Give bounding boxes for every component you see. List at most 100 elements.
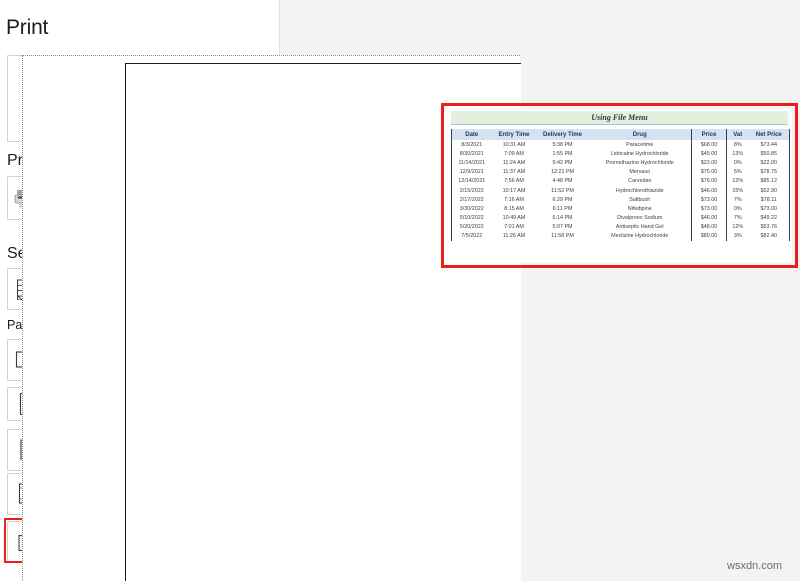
cell-delivery-time: 12:21 PM xyxy=(537,168,589,177)
cell-entry-time: 7:56 AM xyxy=(492,177,537,186)
cell-date: 3/30/2022 xyxy=(452,204,492,213)
cell-delivery-time: 5:07 PM xyxy=(537,223,589,232)
cell-entry-time: 11:26 AM xyxy=(492,232,537,241)
cell-price: $46.00 xyxy=(692,186,727,195)
table-row: 8/3/202110:31 AM5:38 PMParacetime$68.008… xyxy=(452,140,790,149)
cell-price: $68.00 xyxy=(692,140,727,149)
cell-vat: 13% xyxy=(727,149,749,158)
cell-drug: Lidocaine Hydrochloride xyxy=(589,149,692,158)
cell-vat: 12% xyxy=(727,177,749,186)
cell-price: $22.00 xyxy=(692,158,727,167)
preview-table-body: 8/3/202110:31 AM5:38 PMParacetime$68.008… xyxy=(452,140,790,241)
print-backstage-screen: Print Print Copies: ▲ ▼ Printer i xyxy=(0,0,800,581)
cell-drug: Meclizine Hydrochloride xyxy=(589,232,692,241)
cell-drug: Mervaso xyxy=(589,168,692,177)
cell-vat: 0% xyxy=(727,158,749,167)
cell-delivery-time: 11:58 PM xyxy=(537,232,589,241)
col-header-date: Date xyxy=(452,129,492,140)
col-header-price: Price xyxy=(692,129,727,140)
table-row: 2/15/202210:17 AM11:52 PMHydrochlorothia… xyxy=(452,186,790,195)
cell-price: $73.00 xyxy=(692,204,727,213)
table-row: 11/14/202111:24 AM9:42 PMPromethazine Hy… xyxy=(452,158,790,167)
table-row: 5/20/20227:01 AM5:07 PMAntiseptic Hand G… xyxy=(452,223,790,232)
cell-date: 5/10/2022 xyxy=(452,214,492,223)
cell-vat: 8% xyxy=(727,140,749,149)
cell-date: 12/9/2021 xyxy=(452,168,492,177)
cell-price: $76.00 xyxy=(692,177,727,186)
cell-entry-time: 8:15 AM xyxy=(492,204,537,213)
cell-delivery-time: 6:14 PM xyxy=(537,214,589,223)
cell-date: 2/15/2022 xyxy=(452,186,492,195)
table-row: 12/14/20217:56 AM4:48 PMCarvedan$76.0012… xyxy=(452,177,790,186)
cell-net-price: $22.00 xyxy=(749,158,790,167)
cell-vat: 7% xyxy=(727,195,749,204)
cell-date: 8/30/2021 xyxy=(452,149,492,158)
table-row: 7/5/202211:26 AM11:58 PMMeclizine Hydroc… xyxy=(452,232,790,241)
cell-drug: Carvedan xyxy=(589,177,692,186)
cell-vat: 3% xyxy=(727,232,749,241)
cell-drug: Nifedipine xyxy=(589,204,692,213)
cell-entry-time: 10:31 AM xyxy=(492,140,537,149)
cell-entry-time: 10:49 AM xyxy=(492,214,537,223)
cell-date: 11/14/2021 xyxy=(452,158,492,167)
cell-net-price: $52.90 xyxy=(749,186,790,195)
preview-table-title: Using File Menu xyxy=(451,111,788,125)
cell-date: 7/5/2022 xyxy=(452,232,492,241)
cell-delivery-time: 11:52 PM xyxy=(537,186,589,195)
page-title: Print xyxy=(6,16,48,40)
cell-entry-time: 7:09 AM xyxy=(492,149,537,158)
table-row: 8/30/20217:09 AM1:55 PMLidocaine Hydroch… xyxy=(452,149,790,158)
preview-header-row: Date Entry Time Delivery Time Drug Price… xyxy=(452,129,790,140)
cell-date: 2/17/2022 xyxy=(452,195,492,204)
cell-price: $45.00 xyxy=(692,149,727,158)
cell-entry-time: 7:01 AM xyxy=(492,223,537,232)
table-row: 12/9/202111:37 AM12:21 PMMervaso$75.005%… xyxy=(452,168,790,177)
cell-entry-time: 7:16 AM xyxy=(492,195,537,204)
cell-delivery-time: 9:42 PM xyxy=(537,158,589,167)
cell-delivery-time: 5:38 PM xyxy=(537,140,589,149)
cell-entry-time: 11:37 AM xyxy=(492,168,537,177)
cell-price: $48.00 xyxy=(692,223,727,232)
cell-delivery-time: 6:29 PM xyxy=(537,195,589,204)
cell-net-price: $85.12 xyxy=(749,177,790,186)
cell-net-price: $73.00 xyxy=(749,204,790,213)
cell-net-price: $78.75 xyxy=(749,168,790,177)
col-header-net-price: Net Price xyxy=(749,129,790,140)
cell-vat: 12% xyxy=(727,223,749,232)
watermark: wsxdn.com xyxy=(727,560,782,572)
cell-drug: Antiseptic Hand Gel xyxy=(589,223,692,232)
cell-date: 12/14/2021 xyxy=(452,177,492,186)
cell-drug: Saltbush xyxy=(589,195,692,204)
cell-price: $75.00 xyxy=(692,168,727,177)
table-row: 3/30/20228:15 AM6:11 PMNifedipine$73.000… xyxy=(452,204,790,213)
table-row: 5/10/202210:49 AM6:14 PMDivalproex Sodiu… xyxy=(452,214,790,223)
cell-price: $80.00 xyxy=(692,232,727,241)
cell-delivery-time: 1:55 PM xyxy=(537,149,589,158)
col-header-vat: Vat xyxy=(727,129,749,140)
cell-drug: Promethazine Hydrochloride xyxy=(589,158,692,167)
cell-net-price: $82.40 xyxy=(749,232,790,241)
cell-delivery-time: 4:48 PM xyxy=(537,177,589,186)
cell-vat: 15% xyxy=(727,186,749,195)
table-row: 2/17/20227:16 AM6:29 PMSaltbush$73.007%$… xyxy=(452,195,790,204)
cell-drug: Hydrochlorothiazide xyxy=(589,186,692,195)
cell-entry-time: 11:24 AM xyxy=(492,158,537,167)
cell-net-price: $73.44 xyxy=(749,140,790,149)
cell-entry-time: 10:17 AM xyxy=(492,186,537,195)
cell-date: 8/3/2021 xyxy=(452,140,492,149)
col-header-drug: Drug xyxy=(589,129,692,140)
col-header-entry: Entry Time xyxy=(492,129,537,140)
preview-table-container: Using File Menu Date Entry Time Delivery… xyxy=(447,109,792,262)
preview-table-head: Date Entry Time Delivery Time Drug Price… xyxy=(452,129,790,140)
cell-price: $46.00 xyxy=(692,214,727,223)
cell-drug: Paracetime xyxy=(589,140,692,149)
cell-net-price: $78.11 xyxy=(749,195,790,204)
preview-data-table: Date Entry Time Delivery Time Drug Price… xyxy=(451,129,790,241)
cell-vat: 0% xyxy=(727,204,749,213)
cell-date: 5/20/2022 xyxy=(452,223,492,232)
cell-delivery-time: 6:11 PM xyxy=(537,204,589,213)
cell-vat: 7% xyxy=(727,214,749,223)
cell-vat: 5% xyxy=(727,168,749,177)
col-header-delivery: Delivery Time xyxy=(537,129,589,140)
cell-drug: Divalproex Sodium xyxy=(589,214,692,223)
